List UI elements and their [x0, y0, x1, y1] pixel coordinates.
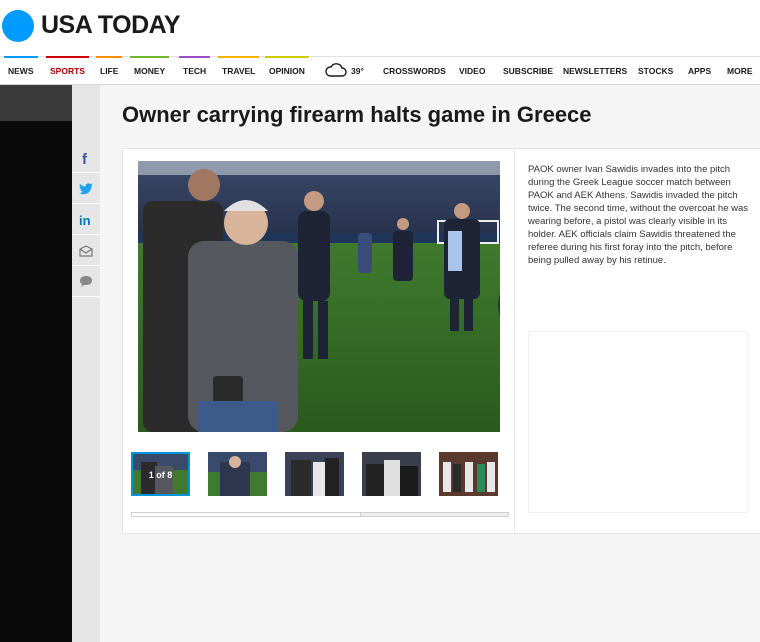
thumbnail-4-image [362, 452, 421, 496]
main-content: Owner carrying firearm halts game in Gre… [100, 85, 760, 642]
chevron-right-icon [498, 271, 500, 339]
column-divider [514, 149, 515, 533]
ad-slot [528, 331, 748, 513]
nav-item-newsletters[interactable]: NEWSLETTERS [563, 57, 627, 85]
linkedin-icon: in [79, 213, 91, 226]
thumbnail-1[interactable]: 1 of 8 [131, 452, 190, 496]
next-slide-button[interactable] [498, 271, 500, 339]
soccer-pitch-photo [138, 161, 500, 432]
gallery-main-photo[interactable] [138, 161, 500, 432]
thumbnail-scrollbar-thumb[interactable] [132, 513, 362, 516]
facebook-share-button[interactable]: f [72, 143, 100, 173]
thumbnail-2-image [208, 452, 267, 496]
nav-item-more[interactable]: MORE [727, 57, 753, 85]
twitter-share-button[interactable] [72, 174, 100, 204]
usa-today-logo-icon[interactable] [2, 10, 34, 42]
thumbnail-scrollbar[interactable] [131, 512, 509, 517]
thumbnail-5-image [439, 452, 498, 496]
twitter-icon [79, 182, 93, 194]
left-rail-header [0, 85, 72, 121]
thumbnail-4[interactable] [362, 452, 421, 496]
nav-item-news[interactable]: NEWS [4, 56, 38, 85]
nav-item-crosswords[interactable]: CROSSWORDS [383, 57, 446, 85]
weather-temp: 39° [351, 66, 364, 76]
comment-share-button[interactable] [72, 267, 100, 297]
nav-item-money[interactable]: MONEY [130, 56, 170, 85]
nav-item-tech[interactable]: TECH [179, 56, 211, 85]
share-bar: f in [72, 85, 100, 642]
site-logo-text[interactable]: USA TODAY [41, 11, 181, 40]
nav-item-opinion[interactable]: OPINION [265, 56, 309, 85]
article-title: Owner carrying firearm halts game in Gre… [122, 102, 592, 127]
main-nav: NEWS SPORTS LIFE MONEY TECH TRAVEL OPINI… [0, 56, 760, 85]
nav-item-travel[interactable]: TRAVEL [218, 56, 260, 85]
thumbnail-2[interactable] [208, 452, 267, 496]
left-rail [0, 85, 72, 642]
linkedin-share-button[interactable]: in [72, 205, 100, 235]
nav-item-life[interactable]: LIFE [96, 56, 123, 85]
nav-item-video[interactable]: VIDEO [459, 57, 485, 85]
thumbnail-5[interactable] [439, 452, 498, 496]
comment-icon [80, 276, 92, 287]
cloud-icon [325, 63, 347, 77]
photo-caption: PAOK owner Ivan Sawidis invades into the… [528, 164, 749, 266]
gallery-card: PAOK owner Ivan Sawidis invades into the… [122, 148, 760, 534]
nav-item-subscribe[interactable]: SUBSCRIBE [503, 57, 553, 85]
slide-counter: 1 of 8 [148, 470, 173, 480]
email-share-button[interactable] [72, 236, 100, 266]
thumbnail-3-image [285, 452, 344, 496]
facebook-icon: f [82, 151, 88, 165]
nav-item-stocks[interactable]: STOCKS [638, 57, 673, 85]
svg-text:in: in [79, 213, 91, 226]
nav-item-apps[interactable]: APPS [688, 57, 711, 85]
thumbnail-3[interactable] [285, 452, 344, 496]
email-icon [79, 244, 93, 257]
nav-item-sports[interactable]: SPORTS [46, 56, 89, 85]
svg-text:f: f [82, 151, 88, 165]
site-header: USA TODAY [0, 0, 760, 56]
